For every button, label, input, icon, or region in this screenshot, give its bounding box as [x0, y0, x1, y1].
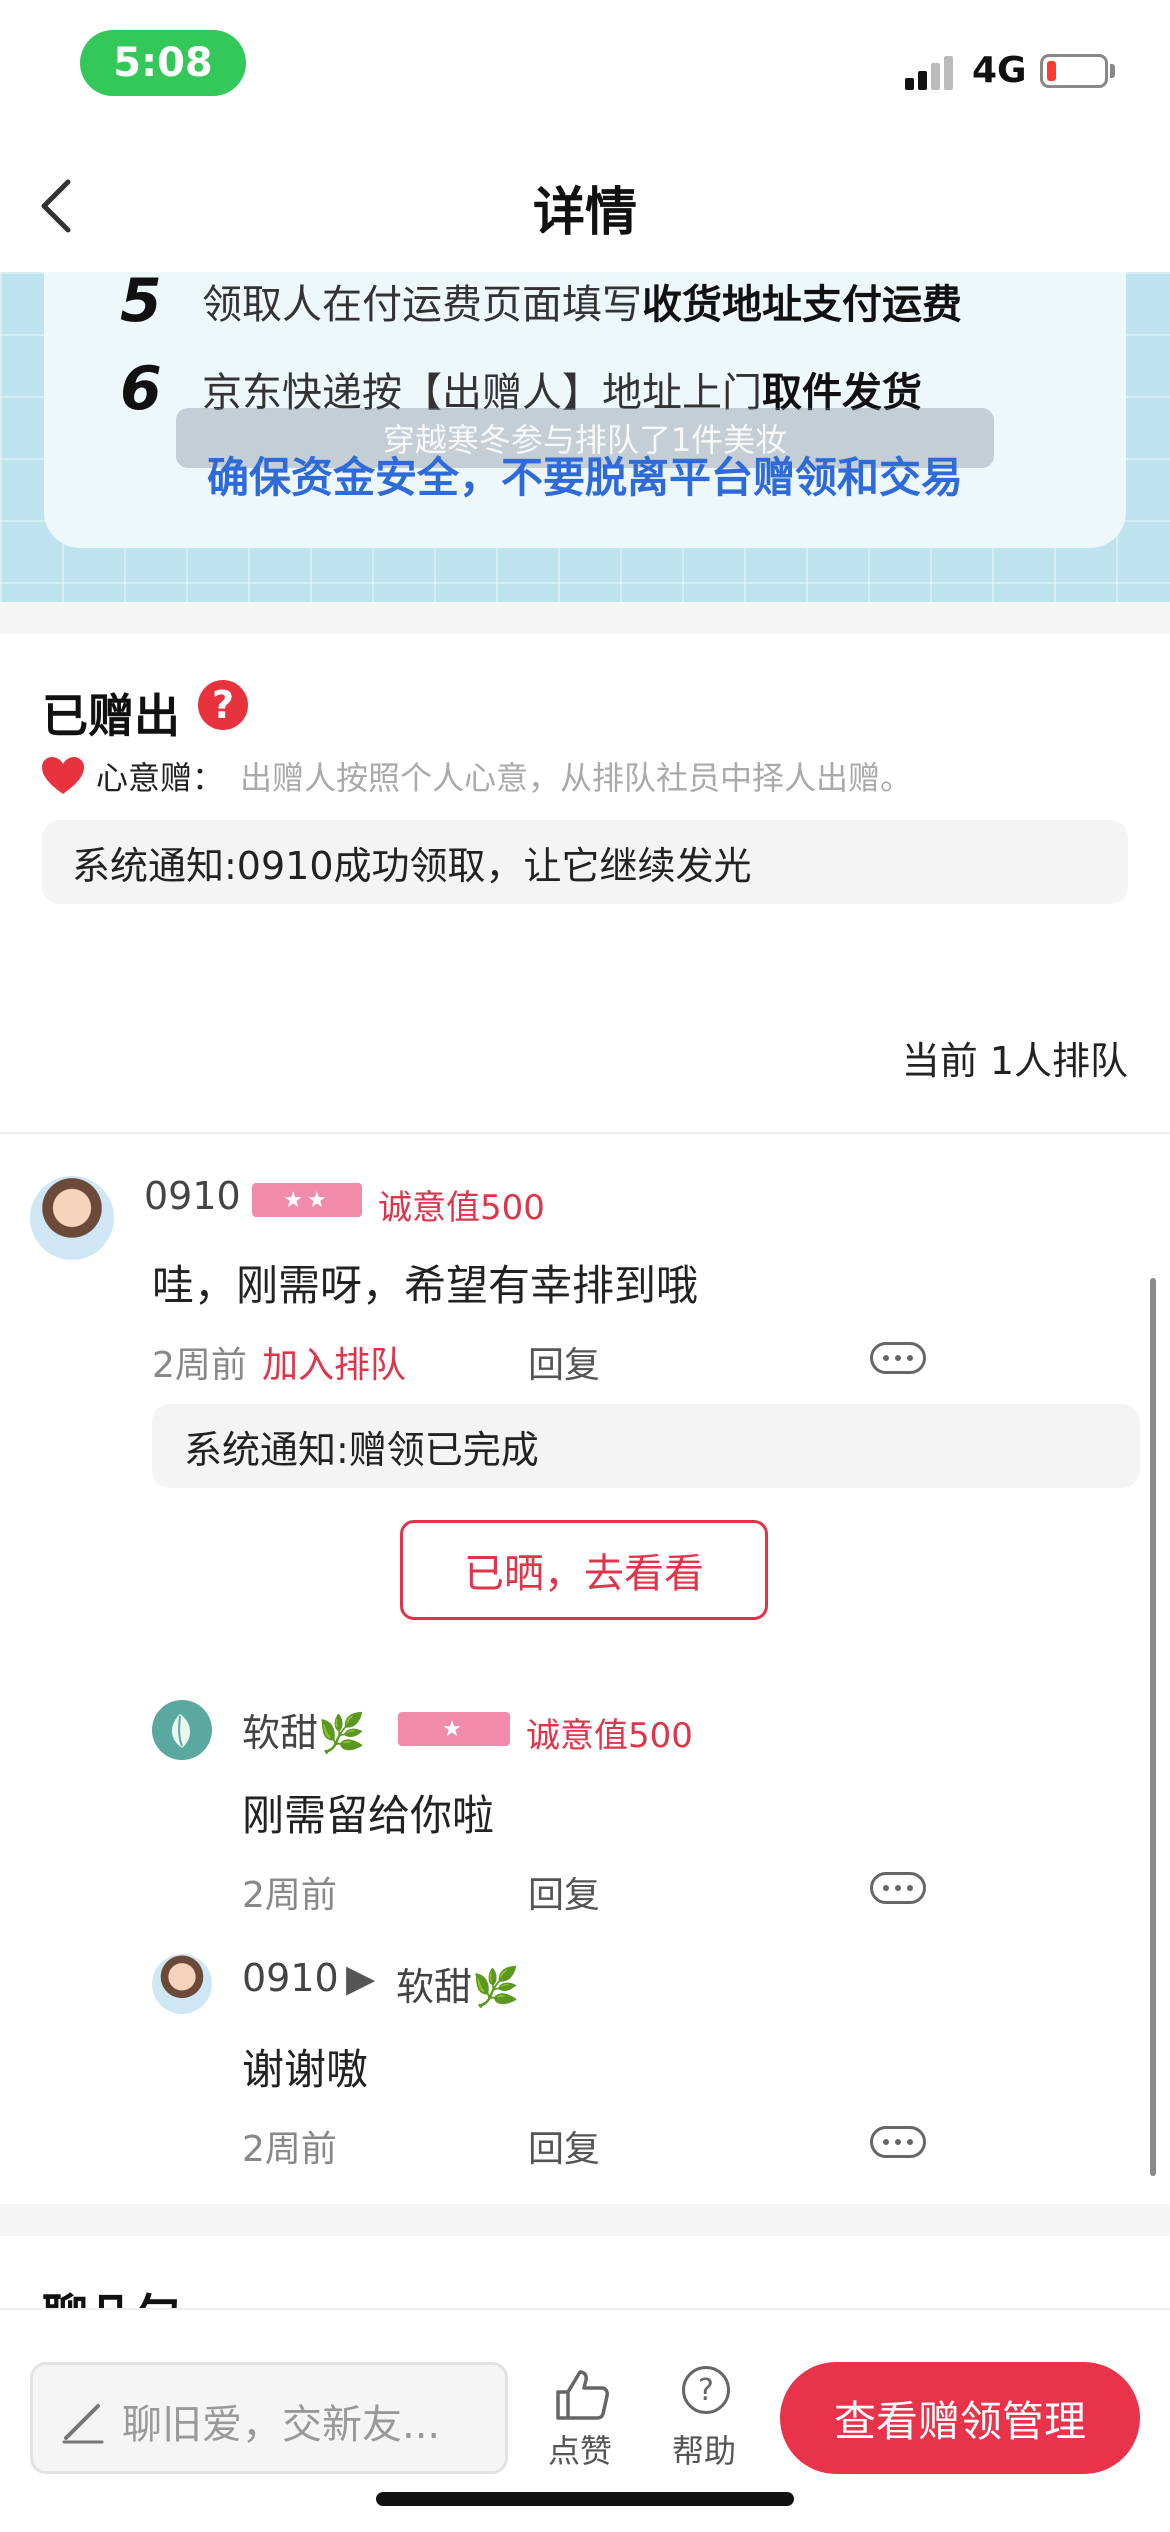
comment-username[interactable]: 0910	[144, 1174, 241, 1218]
join-queue-tag: 加入排队	[262, 1345, 407, 1386]
comment-time: 2周前	[242, 1875, 337, 1916]
queue-count: 当前 1人排队	[901, 1039, 1128, 1083]
gift-status-title: 已赠出	[42, 689, 180, 743]
comment-text: 谢谢嗷	[242, 2045, 369, 2094]
comment-time: 2周前	[152, 1345, 247, 1386]
divider-line	[0, 1132, 1170, 1134]
reply-button[interactable]: 回复	[528, 2120, 600, 2172]
step-number: 6	[120, 354, 162, 424]
comment-username[interactable]: 0910	[242, 1956, 339, 2000]
reply-button[interactable]: 回复	[528, 1336, 600, 1388]
comment-username[interactable]: 软甜🌿	[242, 1702, 365, 1757]
help-label[interactable]: 帮助	[672, 2426, 736, 2472]
reply-button[interactable]: 回复	[528, 1866, 600, 1918]
avatar[interactable]	[30, 1176, 114, 1260]
battery-nub	[1110, 64, 1115, 78]
gift-mode-label: 心意赠：	[96, 759, 225, 797]
level-badge: ★	[398, 1712, 510, 1746]
avatar[interactable]	[152, 1954, 212, 2014]
gift-mode-description: 出赠人按照个人心意，从排队社员中择人出赠。	[240, 759, 913, 797]
comment-time: 2周前	[242, 2129, 337, 2170]
level-badge: ★★	[252, 1183, 362, 1217]
step-number: 5	[120, 272, 162, 336]
sincerity-score: 诚意值500	[378, 1188, 545, 1228]
signal-icon	[905, 54, 957, 90]
sincerity-score: 诚意值500	[526, 1716, 693, 1756]
battery-icon	[1040, 54, 1108, 88]
thumbs-up-icon[interactable]	[552, 2366, 612, 2424]
system-notice: 系统通知:0910成功领取，让它继续发光	[42, 820, 1128, 904]
heart-icon	[42, 757, 84, 794]
more-options-icon[interactable]	[870, 2126, 926, 2158]
leaf-icon	[171, 1714, 191, 1748]
section-divider	[0, 2204, 1170, 2236]
home-indicator[interactable]	[376, 2492, 794, 2506]
help-question-icon[interactable]: ?	[198, 680, 248, 730]
input-placeholder[interactable]: 聊旧爱，交新友...	[122, 2392, 440, 2450]
comment-text: 刚需留给你啦	[242, 1791, 495, 1840]
help-icon[interactable]: ?	[682, 2366, 730, 2414]
more-options-icon[interactable]	[870, 1342, 926, 1374]
reply-arrow-icon: ▶	[346, 1956, 376, 2000]
page-title: 详情	[532, 183, 637, 243]
section-divider	[0, 602, 1170, 634]
more-options-icon[interactable]	[870, 1872, 926, 1904]
reply-target-username[interactable]: 软甜🌿	[396, 1956, 519, 2011]
scrollbar[interactable]	[1150, 1278, 1156, 2176]
safety-warning: 确保资金安全，不要脱离平台赠领和交易	[206, 453, 963, 502]
like-label[interactable]: 点赞	[548, 2426, 612, 2472]
system-notice: 系统通知:赠领已完成	[152, 1404, 1140, 1488]
pencil-icon	[62, 2404, 104, 2444]
comment-text: 哇，刚需呀，希望有幸排到哦	[152, 1261, 699, 1310]
view-gift-management-button[interactable]: 查看赠领管理	[780, 2362, 1140, 2474]
step-text: 领取人在付运费页面填写收货地址支付运费	[202, 282, 962, 328]
chat-section-title: 聊几句	[42, 2280, 180, 2310]
view-showcase-button[interactable]: 已晒，去看看	[400, 1520, 768, 1620]
avatar[interactable]	[152, 1700, 212, 1760]
network-label: 4G	[972, 50, 1027, 91]
status-time: 5:08	[80, 30, 246, 96]
